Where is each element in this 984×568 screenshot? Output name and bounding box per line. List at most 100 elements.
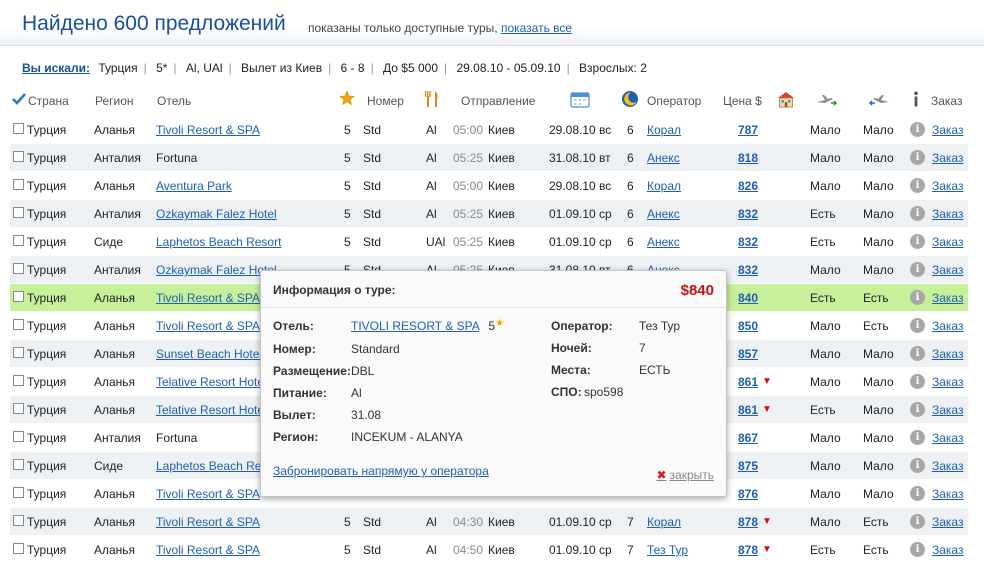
popup-hotel-link[interactable]: TIVOLI RESORT & SPA xyxy=(351,319,479,333)
moon-icon[interactable] xyxy=(621,90,639,108)
col-hotel[interactable]: Отель xyxy=(157,94,191,108)
row-checkbox[interactable] xyxy=(13,515,24,526)
row-checkbox[interactable] xyxy=(13,151,24,162)
table-row[interactable]: Турция Анталия Fortuna 5 Std Al 05:25 Киев 31.08… xyxy=(10,144,968,172)
info-icon[interactable]: i xyxy=(910,542,925,557)
hotel-link[interactable]: Tivoli Resort & SPA xyxy=(156,543,260,557)
price-link[interactable]: 832 xyxy=(738,235,758,249)
info-icon[interactable]: i xyxy=(910,318,925,333)
hotel-link[interactable]: Tivoli Resort & SPA xyxy=(156,319,260,333)
close-popup-button[interactable]: ✖ закрыть xyxy=(656,468,714,482)
row-checkbox[interactable] xyxy=(13,263,24,274)
price-link[interactable]: 818 xyxy=(738,151,758,165)
operator-link[interactable]: Корал xyxy=(647,515,681,529)
order-link[interactable]: Заказ xyxy=(932,263,963,277)
hotel-link[interactable]: Tivoli Resort & SPA xyxy=(156,487,260,501)
row-checkbox[interactable] xyxy=(13,123,24,134)
operator-link[interactable]: Корал xyxy=(647,179,681,193)
price-link[interactable]: 840 xyxy=(738,291,758,305)
close-popup-label[interactable]: закрыть xyxy=(670,468,714,482)
order-link[interactable]: Заказ xyxy=(932,515,963,529)
col-order[interactable]: Заказ xyxy=(931,94,962,108)
operator-link[interactable]: Анекс xyxy=(647,207,680,221)
hotel-link[interactable]: Tivoli Resort & SPA xyxy=(156,515,260,529)
price-link[interactable]: 875 xyxy=(738,459,758,473)
order-link[interactable]: Заказ xyxy=(932,123,963,137)
info-icon[interactable]: i xyxy=(910,262,925,277)
info-icon[interactable]: i xyxy=(910,514,925,529)
search-summary-label[interactable]: Вы искали: xyxy=(22,61,90,75)
order-link[interactable]: Заказ xyxy=(932,151,963,165)
info-icon[interactable]: i xyxy=(910,290,925,305)
order-link[interactable]: Заказ xyxy=(932,347,963,361)
order-link[interactable]: Заказ xyxy=(932,431,963,445)
row-checkbox[interactable] xyxy=(13,459,24,470)
row-checkbox[interactable] xyxy=(13,235,24,246)
col-room[interactable]: Номер xyxy=(367,94,404,108)
order-link[interactable]: Заказ xyxy=(932,291,963,305)
info-icon[interactable]: i xyxy=(910,458,925,473)
price-link[interactable]: 878 xyxy=(738,543,758,557)
info-icon[interactable]: i xyxy=(910,122,925,137)
table-row[interactable]: Турция Аланья Tivoli Resort & SPA 5 Std Al 05:… xyxy=(10,116,968,144)
order-link[interactable]: Заказ xyxy=(932,207,963,221)
row-checkbox[interactable] xyxy=(13,207,24,218)
price-link[interactable]: 787 xyxy=(738,123,758,137)
table-row[interactable]: Турция Сиде Laphetos Beach Resort 5 Std UAl 05… xyxy=(10,228,968,256)
operator-link[interactable]: Анекс xyxy=(647,235,680,249)
price-link[interactable]: 867 xyxy=(738,431,758,445)
hotel-link[interactable]: Ozkaymak Falez Hotel xyxy=(156,263,277,277)
price-link[interactable]: 850 xyxy=(738,319,758,333)
order-link[interactable]: Заказ xyxy=(932,179,963,193)
building-icon[interactable] xyxy=(776,90,796,108)
info-icon[interactable]: i xyxy=(910,234,925,249)
table-row[interactable]: Турция Анталия Ozkaymak Falez Hotel 5 Std Al 0… xyxy=(10,200,968,228)
row-checkbox[interactable] xyxy=(13,543,24,554)
info-icon[interactable]: i xyxy=(910,178,925,193)
table-row[interactable]: Турция Аланья Tivoli Resort & SPA 5 Std Al 04:… xyxy=(10,536,968,564)
order-link[interactable]: Заказ xyxy=(932,487,963,501)
price-link[interactable]: 832 xyxy=(738,207,758,221)
hotel-link[interactable]: Telative Resort Hotel xyxy=(156,375,267,389)
order-link[interactable]: Заказ xyxy=(932,543,963,557)
plane-departure-icon[interactable] xyxy=(816,93,838,107)
col-operator[interactable]: Оператор xyxy=(647,94,701,108)
order-link[interactable]: Заказ xyxy=(932,403,963,417)
price-link[interactable]: 861 xyxy=(738,403,758,417)
order-link[interactable]: Заказ xyxy=(932,319,963,333)
star-icon[interactable] xyxy=(339,90,355,106)
hotel-link[interactable]: Aventura Park xyxy=(156,179,232,193)
fork-knife-icon[interactable] xyxy=(424,90,440,108)
hotel-link[interactable]: Sunset Beach Hotel xyxy=(156,347,262,361)
close-icon[interactable]: ✖ xyxy=(656,468,666,482)
operator-link[interactable]: Корал xyxy=(647,123,681,137)
operator-link[interactable]: Тез Тур xyxy=(647,543,688,557)
hotel-link[interactable]: Telative Resort Hotel xyxy=(156,403,267,417)
table-row[interactable]: Турция Аланья Tivoli Resort & SPA 5 Std Al 04:… xyxy=(10,508,968,536)
row-checkbox[interactable] xyxy=(13,403,24,414)
checkmark-icon[interactable] xyxy=(12,92,26,106)
info-icon[interactable]: i xyxy=(910,374,925,389)
row-checkbox[interactable] xyxy=(13,375,24,386)
info-icon[interactable]: i xyxy=(910,430,925,445)
col-country[interactable]: Страна xyxy=(28,94,69,108)
calendar-icon[interactable] xyxy=(570,90,590,108)
hotel-link[interactable]: Ozkaymak Falez Hotel xyxy=(156,207,277,221)
price-link[interactable]: 878 xyxy=(738,515,758,529)
plane-arrival-icon[interactable] xyxy=(868,93,890,107)
row-checkbox[interactable] xyxy=(13,431,24,442)
info-icon[interactable]: i xyxy=(910,346,925,361)
operator-link[interactable]: Анекс xyxy=(647,151,680,165)
order-link[interactable]: Заказ xyxy=(932,459,963,473)
price-link[interactable]: 861 xyxy=(738,375,758,389)
table-row[interactable]: Турция Аланья Aventura Park 5 Std Al 05:00 Киев… xyxy=(10,172,968,200)
hotel-link[interactable]: Tivoli Resort & SPA xyxy=(156,291,260,305)
price-link[interactable]: 832 xyxy=(738,263,758,277)
info-icon[interactable]: i xyxy=(910,206,925,221)
info-icon[interactable]: i xyxy=(910,402,925,417)
col-region[interactable]: Регион xyxy=(95,94,134,108)
show-all-link[interactable]: показать все xyxy=(501,21,572,35)
price-link[interactable]: 876 xyxy=(738,487,758,501)
price-link[interactable]: 857 xyxy=(738,347,758,361)
order-link[interactable]: Заказ xyxy=(932,375,963,389)
